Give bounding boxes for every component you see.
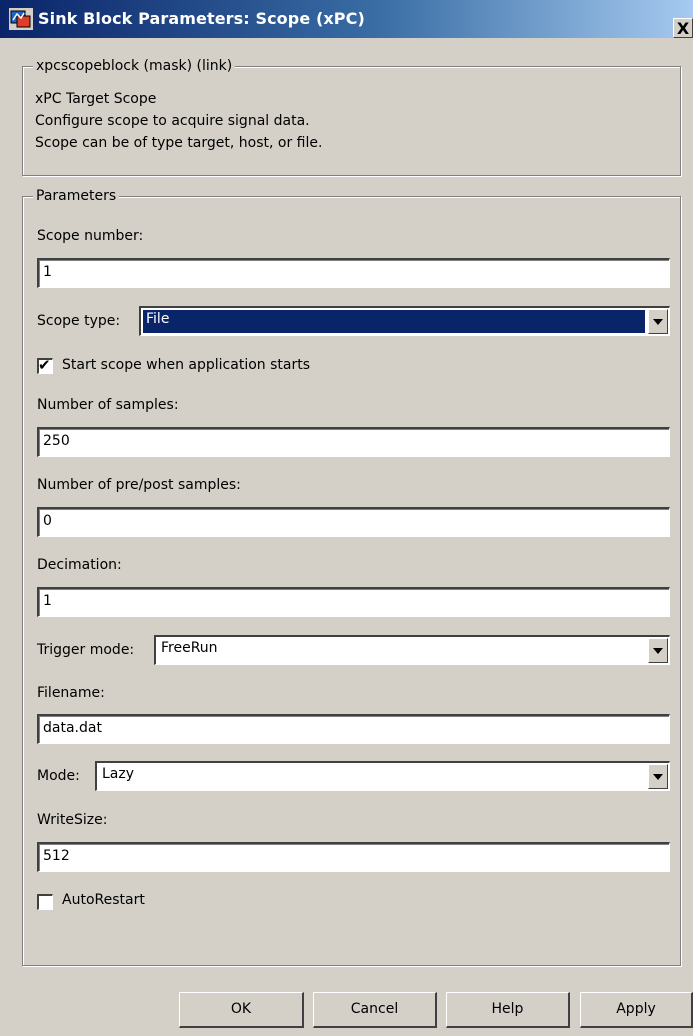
title-bar[interactable]: Sink Block Parameters: Scope (xPC) X — [0, 0, 693, 38]
dialog-window: Sink Block Parameters: Scope (xPC) X xpc… — [0, 0, 693, 1036]
mask-group-label: xpcscopeblock (mask) (link) — [33, 56, 236, 76]
num-samples-label: Number of samples: — [37, 397, 179, 413]
close-button[interactable]: X — [673, 18, 693, 38]
window-title: Sink Block Parameters: Scope (xPC) — [38, 9, 365, 28]
autorestart-label[interactable]: AutoRestart — [62, 892, 145, 908]
num-prepost-label: Number of pre/post samples: — [37, 477, 241, 493]
simulink-block-icon — [9, 8, 33, 30]
trigger-mode-select[interactable]: FreeRun — [154, 635, 670, 665]
autorestart-checkbox[interactable] — [37, 894, 53, 910]
start-scope-checkbox[interactable]: ✔ — [37, 356, 53, 374]
cancel-button[interactable]: Cancel — [313, 992, 437, 1028]
checkmark-icon: ✔ — [38, 356, 51, 374]
help-button[interactable]: Help — [446, 992, 570, 1028]
writesize-input[interactable]: 512 — [37, 842, 670, 872]
description-line-1: xPC Target Scope — [35, 91, 157, 107]
parameters-group-label: Parameters — [33, 186, 120, 206]
scope-type-label: Scope type: — [37, 313, 121, 329]
decimation-input[interactable]: 1 — [37, 587, 670, 617]
decimation-label: Decimation: — [37, 557, 122, 573]
mode-value: Lazy — [102, 766, 135, 782]
scope-type-select[interactable]: File — [139, 306, 670, 336]
trigger-mode-value: FreeRun — [161, 640, 218, 656]
writesize-label: WriteSize: — [37, 812, 108, 828]
filename-label: Filename: — [37, 685, 105, 701]
chevron-down-icon[interactable] — [648, 309, 668, 334]
start-scope-label[interactable]: Start scope when application starts — [62, 357, 310, 373]
mode-select[interactable]: Lazy — [95, 761, 670, 791]
num-prepost-input[interactable]: 0 — [37, 507, 670, 537]
scope-type-value: File — [143, 310, 645, 333]
scope-number-input[interactable]: 1 — [37, 258, 670, 288]
chevron-down-icon[interactable] — [648, 638, 668, 663]
scope-number-label: Scope number: — [37, 228, 144, 244]
trigger-mode-label: Trigger mode: — [37, 642, 135, 658]
apply-button[interactable]: Apply — [580, 992, 693, 1028]
description-line-3: Scope can be of type target, host, or fi… — [35, 135, 323, 151]
ok-button[interactable]: OK — [179, 992, 304, 1028]
mode-label: Mode: — [37, 768, 80, 784]
filename-input[interactable]: data.dat — [37, 714, 670, 744]
num-samples-input[interactable]: 250 — [37, 427, 670, 457]
mask-description-group: xpcscopeblock (mask) (link) xPC Target S… — [22, 56, 681, 176]
chevron-down-icon[interactable] — [648, 764, 668, 789]
description-line-2: Configure scope to acquire signal data. — [35, 113, 310, 129]
